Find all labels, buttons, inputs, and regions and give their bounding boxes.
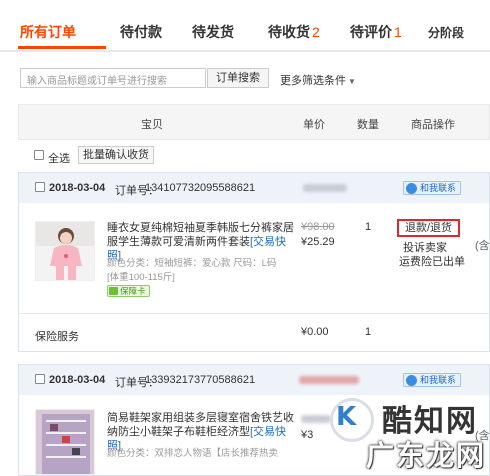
insurance-service-quantity: 1 — [365, 326, 372, 338]
order-card: 2018-03-04 订单号： 134107732095588621 和我联系 … — [18, 172, 490, 352]
tab-count-badge: 1 — [394, 24, 402, 40]
order-total-note: (含 — [475, 240, 490, 252]
column-product: 宝贝 — [141, 119, 163, 131]
column-quantity: 数量 — [357, 119, 379, 131]
more-filters-link[interactable]: 更多筛选条件 ▼ — [280, 72, 356, 88]
tab-pending-shipment[interactable]: 待发货 — [192, 22, 234, 42]
product-attributes: 颜色分类：短袖短裤：爱心款 尺码：L码 — [107, 258, 277, 269]
refund-return-link[interactable]: 退款/退货 — [397, 219, 461, 237]
search-input[interactable]: 输入商品标题或订单号进行搜索 — [20, 68, 206, 88]
watermark-logo-letter: K — [336, 402, 357, 432]
watermark: K 酷知网 广东龙网 — [326, 388, 486, 474]
original-price: ¥98.00 — [301, 221, 335, 233]
divider — [19, 313, 489, 314]
product-image[interactable] — [35, 221, 95, 281]
contact-seller-button[interactable]: 和我联系 — [403, 373, 462, 387]
tab-staged[interactable]: 分阶段 — [428, 24, 464, 41]
order-number: 134107732095588621 — [145, 182, 256, 194]
order-tabs: 所有订单 待付款 待发货 待收货 2 待评价 1 分阶段 — [0, 0, 490, 52]
order-search-button[interactable]: 订单搜索 — [207, 68, 269, 88]
insurance-service-label: 保险服务 — [35, 331, 79, 343]
batch-confirm-receipt-button[interactable]: 批量确认收货 — [78, 146, 154, 164]
contact-seller-button[interactable]: 和我联系 — [403, 181, 462, 195]
order-date: 2018-03-04 — [49, 374, 106, 386]
shipping-insurance-link[interactable]: 运费险已出单 — [399, 253, 465, 269]
column-price: 单价 — [303, 119, 325, 131]
tab-all-orders[interactable]: 所有订单 — [20, 22, 76, 42]
chevron-down-icon: ▼ — [348, 77, 356, 86]
quantity: 1 — [365, 221, 372, 233]
select-all-checkbox[interactable] — [34, 150, 44, 160]
active-tab-indicator — [18, 46, 106, 49]
product-attributes-weight: [体重100-115斤] — [107, 272, 175, 283]
order-date: 2018-03-04 — [49, 182, 106, 194]
shield-icon — [109, 287, 118, 295]
guarantee-badge[interactable]: 保障卡 — [107, 285, 150, 297]
tab-count-badge: 2 — [312, 24, 320, 40]
chat-icon — [406, 375, 417, 386]
tab-pending-payment[interactable]: 待付款 — [120, 22, 162, 42]
watermark-text-secondary: 广东龙网 — [366, 439, 487, 472]
order-number: 133932173770588621 — [145, 374, 256, 386]
insurance-service-price: ¥0.00 — [301, 326, 329, 338]
chat-icon — [406, 183, 417, 194]
paid-price: ¥3 — [301, 429, 314, 441]
blurred-shop-name — [299, 376, 359, 384]
column-operation: 商品操作 — [411, 119, 455, 131]
product-image[interactable] — [35, 409, 95, 475]
order-checkbox[interactable] — [35, 182, 45, 192]
paid-price: ¥25.29 — [301, 236, 335, 248]
product-attributes: 颜色分类：双排恋人物语【店长推荐热卖 — [107, 448, 279, 459]
order-header: 2018-03-04 订单号： 134107732095588621 和我联系 — [19, 173, 489, 203]
select-all-label: 全选 — [48, 153, 70, 165]
tab-pending-review[interactable]: 待评价 1 — [350, 22, 402, 42]
table-header: 宝贝 单价 数量 商品操作 — [18, 104, 490, 140]
blurred-shop-name — [303, 184, 347, 192]
tab-pending-receipt[interactable]: 待收货 2 — [268, 22, 320, 42]
order-checkbox[interactable] — [35, 374, 45, 384]
